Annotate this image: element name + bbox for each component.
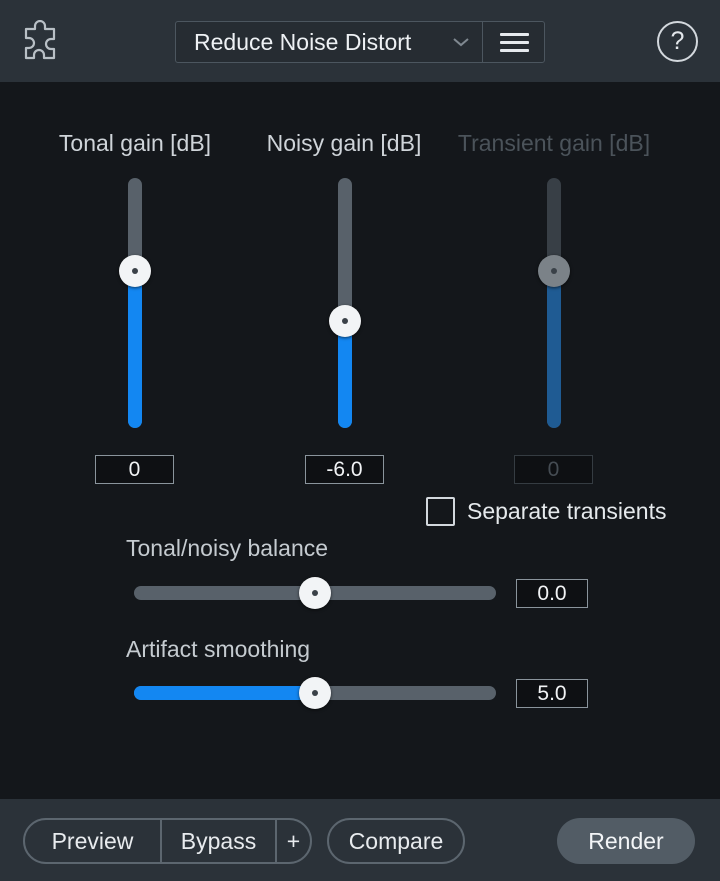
menu-button[interactable]: [483, 22, 545, 62]
puzzle-piece-icon[interactable]: [22, 20, 60, 62]
smoothing-label: Artifact smoothing: [126, 636, 311, 662]
preview-bypass-group: Preview Bypass +: [23, 818, 312, 864]
separate-transients-checkbox[interactable]: [426, 497, 455, 526]
hamburger-menu-icon-mid: [500, 41, 529, 44]
tonal-gain-fill: [128, 270, 142, 428]
noisy-gain-fill: [338, 320, 352, 428]
balance-label: Tonal/noisy balance: [126, 535, 329, 561]
balance-slider[interactable]: [134, 577, 496, 609]
render-button[interactable]: Render: [557, 818, 695, 864]
separate-transients-label: Separate transients: [467, 498, 667, 524]
add-button[interactable]: +: [277, 820, 310, 862]
tonal-gain-slider[interactable]: [119, 178, 151, 428]
smoothing-fill: [134, 686, 322, 700]
balance-thumb[interactable]: [299, 577, 331, 609]
bypass-button[interactable]: Bypass: [162, 820, 275, 862]
transient-gain-slider: [538, 178, 570, 428]
tonal-gain-value[interactable]: 0: [95, 455, 174, 484]
smoothing-slider[interactable]: [134, 677, 496, 709]
hamburger-menu-icon-bottom: [500, 49, 529, 52]
transient-gain-thumb: [538, 254, 570, 287]
compare-button[interactable]: Compare: [327, 818, 465, 864]
noisy-gain-slider[interactable]: [329, 178, 361, 428]
preview-button[interactable]: Preview: [25, 820, 160, 862]
smoothing-value[interactable]: 5.0: [516, 679, 588, 708]
tonal-gain-label: Tonal gain [dB]: [58, 130, 212, 156]
hamburger-menu-icon: [500, 33, 529, 36]
balance-value[interactable]: 0.0: [516, 579, 588, 608]
noisy-gain-thumb[interactable]: [329, 304, 361, 337]
noisy-gain-value[interactable]: -6.0: [305, 455, 384, 484]
chevron-down-icon[interactable]: [452, 35, 470, 49]
noisy-gain-label: Noisy gain [dB]: [266, 130, 422, 156]
header-bar: Reduce Noise Distort ?: [0, 0, 720, 82]
transient-gain-value: 0: [514, 455, 593, 484]
smoothing-thumb[interactable]: [299, 677, 331, 709]
transient-gain-label: Transient gain [dB]: [457, 130, 651, 156]
preset-name[interactable]: Reduce Noise Distort: [194, 22, 444, 62]
help-button[interactable]: ?: [657, 21, 698, 62]
tonal-gain-thumb[interactable]: [119, 254, 151, 287]
transient-gain-fill: [547, 270, 561, 428]
preset-selector[interactable]: Reduce Noise Distort: [175, 21, 545, 63]
footer-bar: Preview Bypass + Compare Render: [0, 799, 720, 881]
